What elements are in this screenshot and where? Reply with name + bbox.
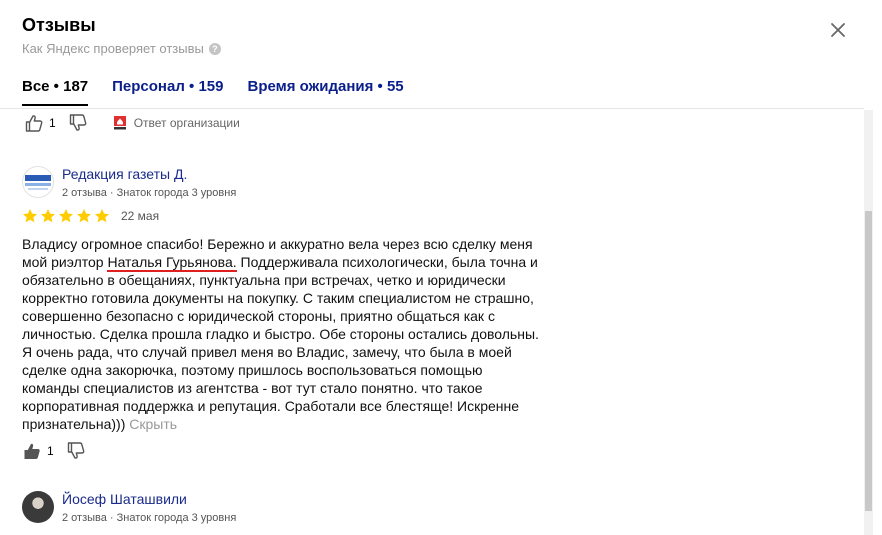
star-icon: [95, 209, 109, 223]
avatar[interactable]: [22, 166, 54, 198]
review-author: Йосеф Шаташвили 2 отзыва · Знаток города…: [22, 491, 236, 524]
avatar[interactable]: [22, 491, 54, 523]
star-icon: [23, 209, 37, 223]
author-name[interactable]: Йосеф Шаташвили: [62, 491, 236, 508]
org-logo-icon: [113, 116, 126, 130]
tab-staff[interactable]: Персонал • 159: [112, 78, 223, 106]
scrollbar-thumb[interactable]: [865, 211, 872, 511]
tab-all[interactable]: Все • 187: [22, 78, 89, 106]
org-answer-toggle[interactable]: Ответ организации: [112, 115, 240, 131]
collapse-button[interactable]: Скрыть: [129, 416, 177, 432]
review-card: Йосеф Шаташвили 2 отзыва · Знаток города…: [22, 491, 236, 524]
author-meta: 2 отзыва · Знаток города 3 уровня: [62, 187, 237, 199]
tab-waiting-time[interactable]: Время ожидания • 55: [247, 78, 403, 106]
review-text: Владису огромное спасибо! Бережно и акку…: [22, 235, 542, 433]
org-answer-label: Ответ организации: [133, 116, 240, 130]
review-tabs: Все • 187 Персонал • 159 Время ожидания …: [22, 78, 404, 106]
like-count: 1: [47, 444, 54, 458]
help-icon[interactable]: ?: [208, 42, 221, 55]
review-card: Редакция газеты Д. 2 отзыва · Знаток гор…: [22, 166, 542, 461]
review-author: Редакция газеты Д. 2 отзыва · Знаток гор…: [22, 166, 542, 199]
close-button[interactable]: [828, 20, 848, 40]
thumbs-up-icon: [24, 443, 40, 459]
review-text-highlight: Наталья Гурьянова.: [107, 254, 237, 272]
author-meta: 2 отзыва · Знаток города 3 уровня: [62, 512, 237, 524]
scrollbar[interactable]: [864, 110, 873, 535]
dislike-button[interactable]: [66, 441, 86, 461]
prev-review-reactions: 1 Ответ организации: [24, 113, 240, 133]
author-name[interactable]: Редакция газеты Д.: [62, 166, 236, 183]
like-button[interactable]: 1: [22, 441, 54, 461]
star-icon: [41, 209, 55, 223]
review-policy-link[interactable]: Как Яндекс проверяет отзывы ?: [22, 41, 221, 56]
star-icon: [77, 209, 91, 223]
like-count: 1: [49, 116, 56, 130]
review-reactions: 1: [22, 441, 542, 461]
page-title: Отзывы: [22, 15, 96, 35]
rating-stars: 22 мая: [22, 208, 542, 224]
thumbs-down-icon: [67, 442, 85, 459]
close-icon: [831, 23, 845, 37]
thumbs-down-icon: [69, 114, 87, 131]
review-text-part: Поддерживала психологически, была точна …: [22, 254, 539, 432]
reviews-header: Отзывы Как Яндекс проверяет отзывы ?: [22, 14, 221, 56]
thumbs-up-icon: [25, 115, 43, 132]
dislike-button[interactable]: [68, 113, 88, 133]
review-date: 22 мая: [121, 209, 160, 223]
review-policy-label: Как Яндекс проверяет отзывы: [22, 41, 204, 56]
star-icon: [59, 209, 73, 223]
tabs-divider: [0, 108, 864, 109]
like-button[interactable]: 1: [24, 113, 56, 133]
